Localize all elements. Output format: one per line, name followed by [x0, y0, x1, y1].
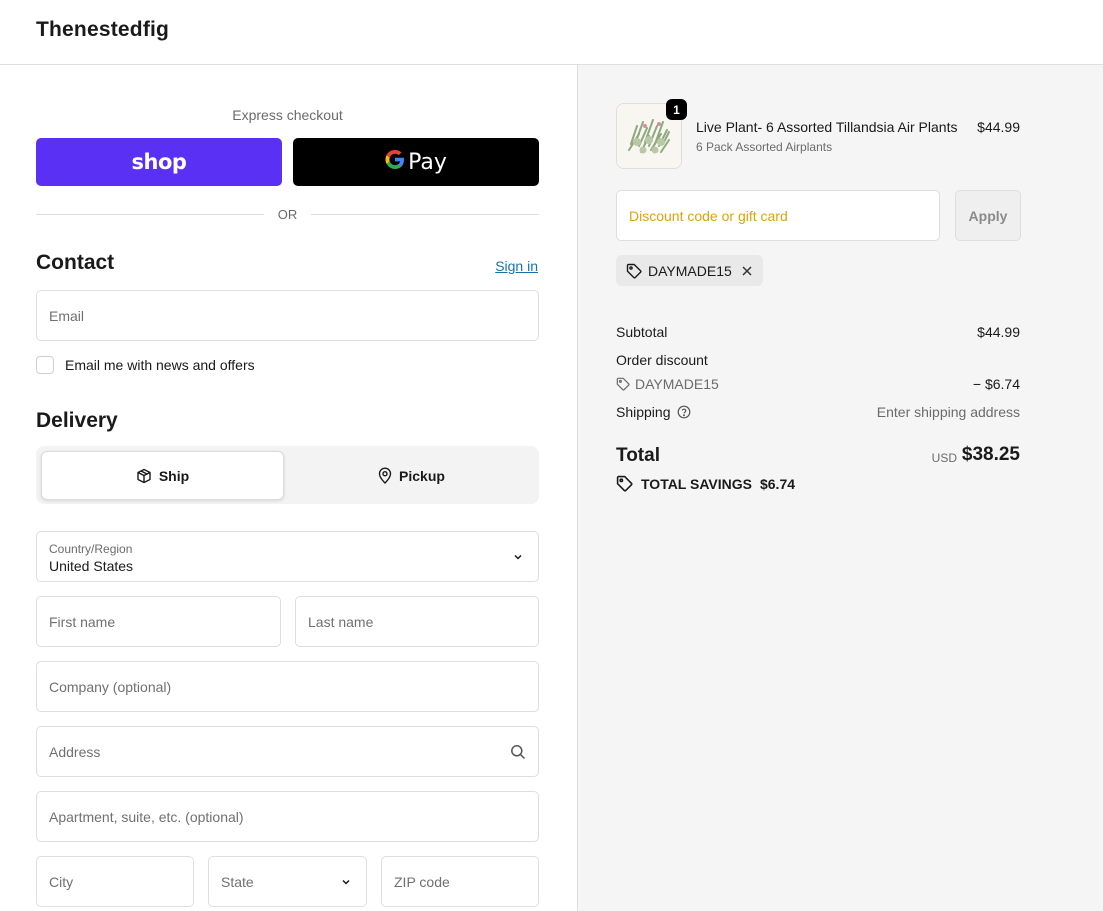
tag-icon	[626, 263, 642, 279]
email-field[interactable]	[36, 290, 539, 341]
ship-option[interactable]: Ship	[41, 451, 284, 500]
total-savings: TOTAL SAVINGS $6.74	[616, 475, 795, 492]
shop-pay-logo: shop	[131, 150, 187, 174]
discount-code-input[interactable]	[617, 191, 939, 240]
discount-code-text: DAYMADE15	[635, 376, 719, 392]
address-input[interactable]	[37, 727, 538, 776]
search-icon[interactable]	[510, 744, 526, 760]
contact-title: Contact	[36, 251, 115, 274]
box-icon	[136, 468, 152, 484]
chevron-down-icon	[512, 551, 524, 563]
ship-label: Ship	[158, 467, 190, 484]
sign-in-link[interactable]: Sign in	[495, 258, 538, 274]
item-price: $44.99	[977, 119, 1020, 135]
applied-discount-code: DAYMADE15	[648, 262, 732, 279]
google-g-icon	[385, 149, 405, 176]
chevron-down-icon	[340, 876, 352, 888]
apartment-field[interactable]	[36, 791, 539, 842]
divider-line	[311, 213, 539, 215]
item-title: Live Plant- 6 Assorted Tillandsia Air Pl…	[696, 119, 958, 135]
apartment-input[interactable]	[37, 792, 538, 841]
store-name[interactable]: Thenestedfig	[36, 18, 169, 42]
savings-label: TOTAL SAVINGS	[641, 475, 752, 492]
email-input[interactable]	[37, 291, 538, 340]
city-input[interactable]	[37, 857, 193, 906]
zip-input[interactable]	[382, 857, 538, 906]
shipping-row: Shipping Enter shipping address	[616, 404, 1020, 424]
newsletter-option[interactable]: Email me with news and offers	[36, 356, 255, 374]
company-field[interactable]	[36, 661, 539, 712]
savings-value: $6.74	[759, 475, 796, 492]
tag-icon	[616, 377, 630, 391]
express-checkout-label: Express checkout	[232, 107, 343, 123]
state-placeholder: State	[221, 874, 254, 890]
google-pay-button[interactable]: Pay	[293, 138, 539, 186]
header: Thenestedfig	[0, 0, 1103, 65]
order-discount-row: Order discount	[616, 352, 1020, 372]
city-field[interactable]	[36, 856, 194, 907]
zip-field[interactable]	[381, 856, 539, 907]
pickup-option[interactable]: Pickup	[289, 451, 534, 500]
delivery-method-toggle: Ship Pickup	[36, 446, 539, 504]
checkout-form-panel: Express checkout shop Pay OR Contact Sig…	[0, 65, 578, 911]
delivery-title: Delivery	[36, 409, 118, 432]
discount-code-row: DAYMADE15 − $6.74	[616, 376, 1020, 396]
divider-line	[36, 213, 264, 215]
total-label: Total	[616, 445, 660, 466]
country-value: United States	[49, 558, 134, 574]
first-name-input[interactable]	[37, 597, 280, 646]
shipping-label-group: Shipping	[616, 404, 691, 420]
or-label: OR	[277, 206, 298, 222]
subtotal-label: Subtotal	[616, 324, 668, 340]
last-name-input[interactable]	[296, 597, 538, 646]
pickup-label: Pickup	[399, 467, 445, 484]
applied-discount-tag: DAYMADE15	[616, 255, 763, 286]
quantity-badge: 1	[666, 99, 687, 120]
address-field[interactable]	[36, 726, 539, 777]
google-pay-label: Pay	[408, 149, 447, 175]
last-name-field[interactable]	[295, 596, 539, 647]
newsletter-checkbox[interactable]	[36, 356, 54, 374]
map-pin-icon	[378, 467, 392, 484]
tag-icon	[616, 475, 633, 492]
or-divider: OR	[36, 205, 539, 223]
shipping-label: Shipping	[616, 404, 671, 420]
first-name-field[interactable]	[36, 596, 281, 647]
apply-discount-button[interactable]: Apply	[955, 190, 1021, 241]
total-currency: USD	[931, 451, 957, 465]
help-circle-icon[interactable]	[677, 405, 691, 419]
total-value: $38.25	[961, 444, 1020, 465]
newsletter-label: Email me with news and offers	[65, 357, 255, 373]
subtotal-row: Subtotal $44.99	[616, 324, 1020, 344]
discount-code-detail: DAYMADE15	[616, 376, 719, 392]
item-variant: 6 Pack Assorted Airplants	[696, 140, 833, 154]
subtotal-value: $44.99	[977, 324, 1020, 340]
shop-pay-button[interactable]: shop	[36, 138, 282, 186]
company-input[interactable]	[37, 662, 538, 711]
country-select[interactable]: Country/Region United States	[36, 531, 539, 582]
state-select[interactable]: State	[208, 856, 367, 907]
country-label: Country/Region	[49, 542, 133, 556]
total-row: Total USD $38.25	[616, 443, 1020, 471]
discount-code-field[interactable]	[616, 190, 940, 241]
order-discount-label: Order discount	[616, 352, 708, 368]
shipping-value: Enter shipping address	[876, 404, 1020, 420]
order-summary-panel: 1 Live Plant- 6 Assorted Tillandsia Air …	[578, 65, 1103, 911]
discount-value: − $6.74	[972, 376, 1020, 392]
close-icon[interactable]	[741, 265, 753, 277]
